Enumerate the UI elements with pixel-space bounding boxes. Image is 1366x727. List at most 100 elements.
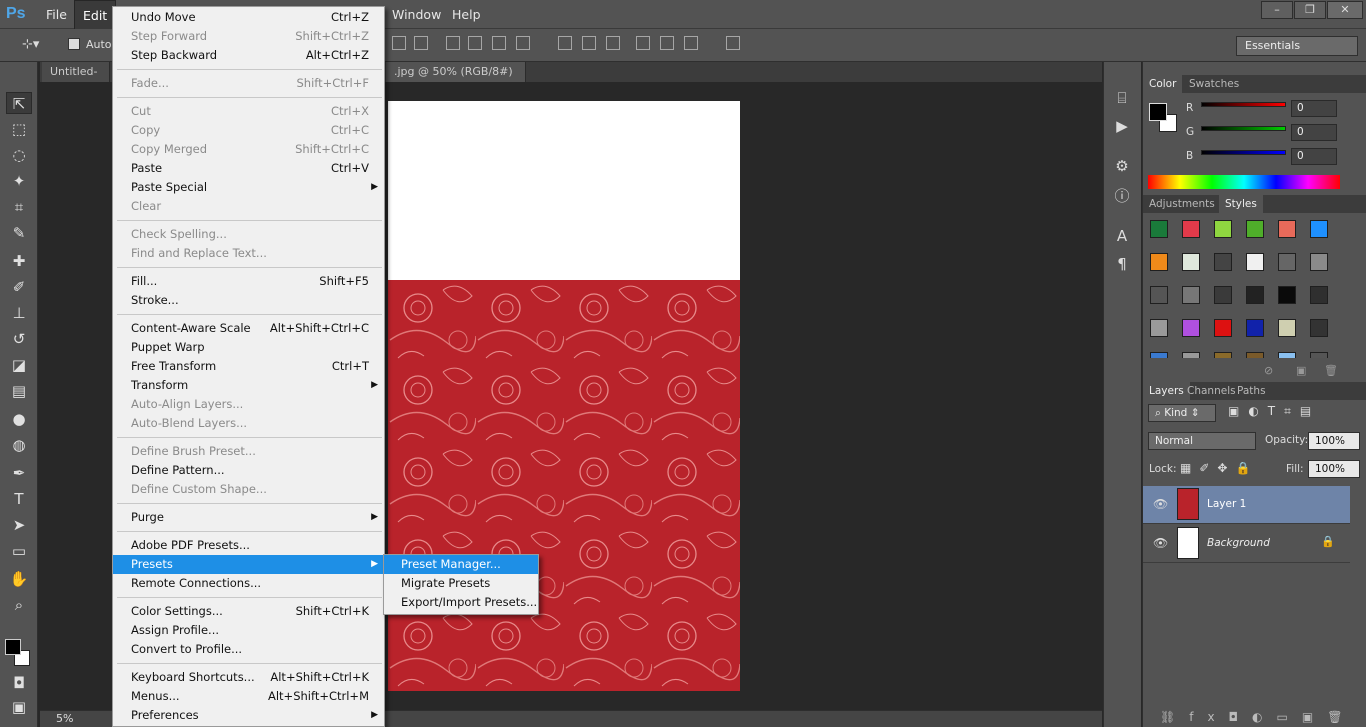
style-swatch[interactable] bbox=[1214, 352, 1232, 358]
distribute-right-icon[interactable] bbox=[684, 36, 698, 50]
visibility-eye-icon[interactable]: 👁 bbox=[1153, 497, 1168, 511]
channel-g-value[interactable]: 0 bbox=[1291, 124, 1337, 141]
style-swatch[interactable] bbox=[1246, 319, 1264, 337]
menu-help[interactable]: Help bbox=[444, 0, 489, 29]
tab-color[interactable]: Color bbox=[1143, 75, 1183, 93]
style-swatch[interactable] bbox=[1246, 352, 1264, 358]
tab-image[interactable]: .jpg @ 50% (RGB/8#) * × bbox=[386, 62, 526, 98]
menu-item-assign-profile[interactable]: Assign Profile... bbox=[113, 621, 384, 640]
hand-tool-icon[interactable]: ✋ bbox=[6, 568, 32, 590]
menu-item-export-import-presets[interactable]: Export/Import Presets... bbox=[384, 593, 538, 612]
channel-b-slider[interactable] bbox=[1201, 150, 1286, 155]
minimize-button[interactable]: – bbox=[1261, 1, 1293, 19]
menu-item-auto-align-layers[interactable]: Auto-Align Layers... bbox=[113, 395, 384, 414]
style-swatch[interactable] bbox=[1214, 319, 1232, 337]
style-swatch[interactable] bbox=[1278, 286, 1296, 304]
menu-item-adobe-pdf-presets[interactable]: Adobe PDF Presets... bbox=[113, 536, 384, 555]
style-swatch[interactable] bbox=[1278, 220, 1296, 238]
move-tool-icon[interactable]: ⇱ bbox=[6, 92, 32, 114]
distribute-left-icon[interactable] bbox=[636, 36, 650, 50]
menu-item-menus[interactable]: Menus... Alt+Shift+Ctrl+M bbox=[113, 687, 384, 706]
pen-tool-icon[interactable]: ✒ bbox=[6, 462, 32, 484]
shape-tool-icon[interactable]: ▭ bbox=[6, 540, 32, 562]
style-swatch[interactable] bbox=[1246, 253, 1264, 271]
style-swatch[interactable] bbox=[1182, 286, 1200, 304]
menu-item-copy-merged[interactable]: Copy Merged Shift+Ctrl+C bbox=[113, 140, 384, 159]
channel-r-value[interactable]: 0 bbox=[1291, 100, 1337, 117]
style-swatch[interactable] bbox=[1310, 352, 1328, 358]
menu-item-stroke[interactable]: Stroke... bbox=[113, 291, 384, 310]
distribute-hcenter-icon[interactable] bbox=[660, 36, 674, 50]
lock-icons[interactable]: ▦✐✥🔒 bbox=[1180, 461, 1258, 475]
style-swatch[interactable] bbox=[1246, 286, 1264, 304]
restore-button[interactable]: ❐ bbox=[1294, 1, 1326, 19]
style-swatch[interactable] bbox=[1310, 253, 1328, 271]
dodge-tool-icon[interactable]: ◍ bbox=[6, 434, 32, 456]
menu-file[interactable]: File bbox=[38, 0, 75, 29]
delete-style-icon[interactable]: 🗑 bbox=[1324, 364, 1338, 377]
align-right-icon[interactable] bbox=[516, 36, 530, 50]
tab-swatches[interactable]: Swatches bbox=[1183, 75, 1245, 93]
paragraph-panel-icon[interactable]: ¶ bbox=[1110, 254, 1134, 274]
info-panel-icon[interactable]: ⓘ bbox=[1110, 186, 1134, 206]
layer-row-layer1[interactable]: 👁 Layer 1 bbox=[1143, 486, 1350, 524]
menu-item-color-settings[interactable]: Color Settings... Shift+Ctrl+K bbox=[113, 602, 384, 621]
style-swatch[interactable] bbox=[1182, 220, 1200, 238]
style-swatch[interactable] bbox=[1150, 253, 1168, 271]
menu-item-keyboard-shortcuts[interactable]: Keyboard Shortcuts... Alt+Shift+Ctrl+K bbox=[113, 668, 384, 687]
tab-adjustments[interactable]: Adjustments bbox=[1143, 195, 1221, 213]
healing-brush-tool-icon[interactable]: ✚ bbox=[6, 250, 32, 272]
menu-item-preferences[interactable]: Preferences ▶ bbox=[113, 706, 384, 725]
history-panel-icon[interactable]: ⌸ bbox=[1110, 88, 1134, 108]
channel-b-value[interactable]: 0 bbox=[1291, 148, 1337, 165]
style-swatch[interactable] bbox=[1150, 286, 1168, 304]
fill-field[interactable]: 100% bbox=[1308, 460, 1360, 478]
blend-mode-select[interactable]: Normal bbox=[1148, 432, 1256, 450]
style-swatch[interactable] bbox=[1278, 319, 1296, 337]
menu-item-puppet-warp[interactable]: Puppet Warp bbox=[113, 338, 384, 357]
style-swatch[interactable] bbox=[1182, 319, 1200, 337]
menu-item-define-brush-preset[interactable]: Define Brush Preset... bbox=[113, 442, 384, 461]
menu-item-check-spelling[interactable]: Check Spelling... bbox=[113, 225, 384, 244]
auto-select-checkbox[interactable] bbox=[68, 38, 80, 50]
document-white-area[interactable] bbox=[388, 101, 740, 280]
align-bottom-icon[interactable] bbox=[446, 36, 460, 50]
menu-item-purge[interactable]: Purge ▶ bbox=[113, 508, 384, 527]
color-fg-swatch[interactable] bbox=[1149, 103, 1167, 121]
menu-edit[interactable]: Edit bbox=[74, 0, 117, 29]
screen-mode-icon[interactable]: ▣ bbox=[6, 696, 32, 718]
foreground-color-swatch[interactable] bbox=[5, 639, 21, 655]
path-select-tool-icon[interactable]: ➤ bbox=[6, 514, 32, 536]
style-swatch[interactable] bbox=[1278, 352, 1296, 358]
style-swatch[interactable] bbox=[1310, 319, 1328, 337]
style-swatch[interactable] bbox=[1246, 220, 1264, 238]
style-swatch[interactable] bbox=[1214, 220, 1232, 238]
style-swatch[interactable] bbox=[1182, 352, 1200, 358]
zoom-level[interactable]: 5% bbox=[56, 712, 73, 725]
style-swatch[interactable] bbox=[1214, 286, 1232, 304]
align-hcenter-icon[interactable] bbox=[492, 36, 506, 50]
history-brush-tool-icon[interactable]: ↺ bbox=[6, 328, 32, 350]
marquee-tool-icon[interactable]: ⬚ bbox=[6, 118, 32, 140]
quick-mask-icon[interactable]: ◘ bbox=[6, 672, 32, 694]
eraser-tool-icon[interactable]: ◪ bbox=[6, 354, 32, 376]
channel-g-slider[interactable] bbox=[1201, 126, 1286, 131]
quick-select-tool-icon[interactable]: ✦ bbox=[6, 170, 32, 192]
tab-styles[interactable]: Styles bbox=[1219, 195, 1263, 213]
menu-item-step-backward[interactable]: Step Backward Alt+Ctrl+Z bbox=[113, 46, 384, 65]
type-tool-icon[interactable]: T bbox=[6, 488, 32, 510]
move-tool-preset-icon[interactable]: ⊹▾ bbox=[22, 37, 39, 52]
opacity-field[interactable]: 100% bbox=[1308, 432, 1360, 450]
menu-item-copy[interactable]: Copy Ctrl+C bbox=[113, 121, 384, 140]
menu-item-content-aware-scale[interactable]: Content-Aware Scale Alt+Shift+Ctrl+C bbox=[113, 319, 384, 338]
auto-align-icon[interactable] bbox=[726, 36, 740, 50]
menu-window[interactable]: Window bbox=[384, 0, 449, 29]
style-swatch[interactable] bbox=[1150, 319, 1168, 337]
brush-tool-icon[interactable]: ✐ bbox=[6, 276, 32, 298]
menu-item-clear[interactable]: Clear bbox=[113, 197, 384, 216]
menu-item-convert-to-profile[interactable]: Convert to Profile... bbox=[113, 640, 384, 659]
menu-item-cut[interactable]: Cut Ctrl+X bbox=[113, 102, 384, 121]
clone-stamp-tool-icon[interactable]: ⊥ bbox=[6, 302, 32, 324]
style-swatch[interactable] bbox=[1150, 220, 1168, 238]
eyedropper-tool-icon[interactable]: ✎ bbox=[6, 222, 32, 244]
